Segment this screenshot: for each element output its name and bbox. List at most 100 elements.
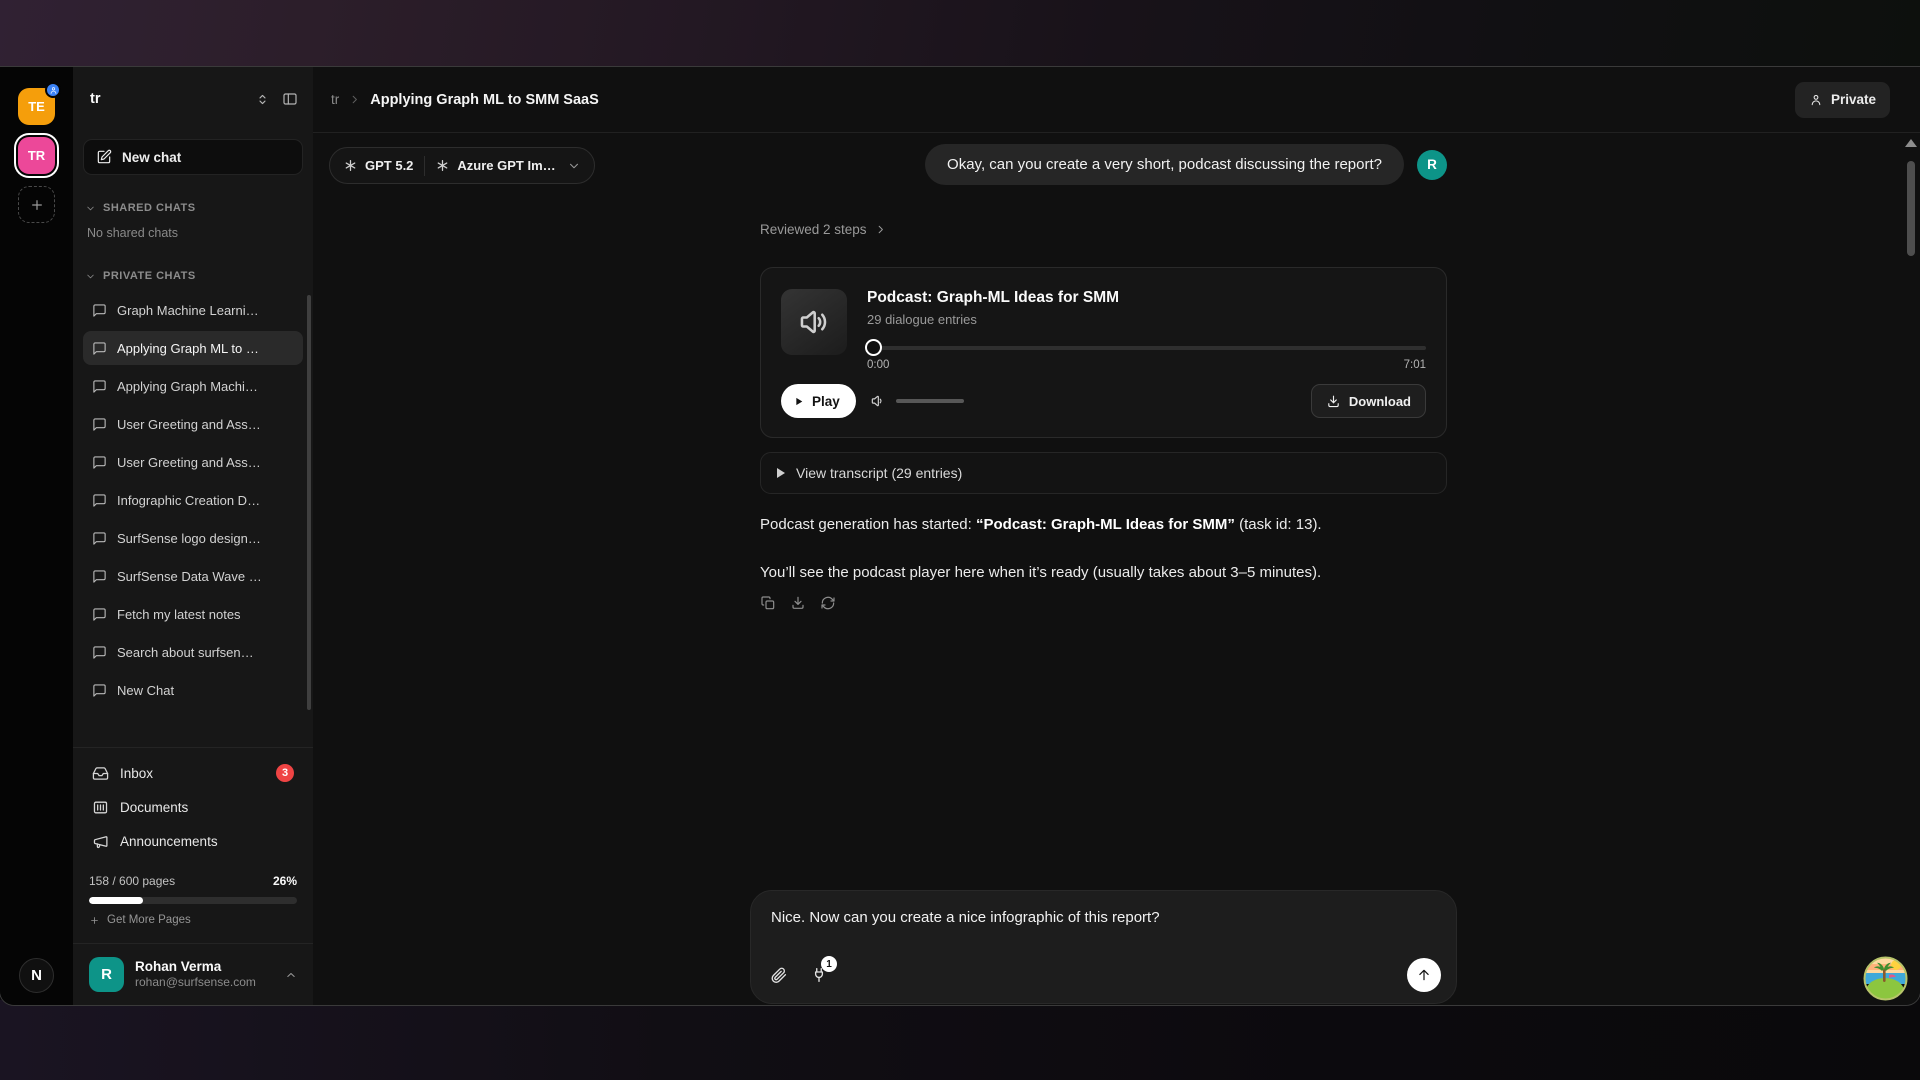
app-logo[interactable]: N <box>19 958 54 993</box>
volume-slider[interactable] <box>896 399 964 403</box>
sidebar-item-documents[interactable]: Documents <box>83 790 303 824</box>
chevron-down-icon <box>567 159 581 173</box>
model-chip-primary[interactable]: GPT 5.2 <box>344 158 413 173</box>
workspace-tr-button[interactable]: TR <box>18 137 55 174</box>
chat-bubble-icon <box>92 379 107 394</box>
chat-list-item[interactable]: Applying Graph Machi… <box>83 369 303 403</box>
chat-list-item[interactable]: User Greeting and Ass… <box>83 407 303 441</box>
chat-list: Graph Machine Learni… Applying Graph ML … <box>83 293 303 711</box>
user-message-avatar: R <box>1417 150 1447 180</box>
podcast-title: Podcast: Graph-ML Ideas for SMM <box>867 289 1426 307</box>
workspace-share-badge-icon <box>45 82 61 98</box>
podcast-subtitle: 29 dialogue entries <box>867 312 1426 327</box>
app-window: TE TR N tr New chat <box>0 67 1920 1005</box>
workspace-tr-label: TR <box>28 148 45 163</box>
breadcrumb-workspace[interactable]: tr <box>331 92 339 107</box>
reviewed-steps-toggle[interactable]: Reviewed 2 steps <box>760 222 887 237</box>
main-scrollbar-thumb[interactable] <box>1907 161 1915 256</box>
chat-bubble-icon <box>92 341 107 356</box>
shared-chats-empty: No shared chats <box>87 226 178 240</box>
chat-list-item-active[interactable]: Applying Graph ML to … <box>83 331 303 365</box>
download-button[interactable]: Download <box>1311 384 1426 418</box>
assistant-message-1: Podcast generation has started: “Podcast… <box>760 515 1322 535</box>
openai-icon <box>436 159 449 172</box>
chat-column: Okay, can you create a very short, podca… <box>760 134 1447 1005</box>
sidebar-item-announcements[interactable]: Announcements <box>83 824 303 858</box>
desktop-bottom-band <box>0 1000 1920 1080</box>
chat-list-item[interactable]: Infographic Creation D… <box>83 483 303 517</box>
chevron-down-icon <box>85 203 96 214</box>
chat-bubble-icon <box>92 531 107 546</box>
main-scrollbar[interactable] <box>1905 137 1917 997</box>
download-icon[interactable] <box>790 595 806 611</box>
inbox-label: Inbox <box>120 766 153 781</box>
chat-list-item[interactable]: Graph Machine Learni… <box>83 293 303 327</box>
page-title: Applying Graph ML to SMM SaaS <box>370 92 599 108</box>
plus-icon <box>89 915 100 926</box>
shared-chats-section-header[interactable]: SHARED CHATS <box>85 197 303 219</box>
chat-bubble-icon <box>92 645 107 660</box>
play-button[interactable]: Play <box>781 384 856 418</box>
message-composer[interactable]: Nice. Now can you create a nice infograp… <box>750 890 1457 1004</box>
workspace-te-button[interactable]: TE <box>18 88 55 125</box>
megaphone-icon <box>92 833 109 850</box>
transcript-toggle[interactable]: View transcript (29 entries) <box>760 452 1447 494</box>
inbox-icon <box>92 765 109 782</box>
workspace-rail: TE TR N <box>0 67 73 1005</box>
connectors-count-badge: 1 <box>821 956 837 972</box>
regenerate-icon[interactable] <box>820 595 836 611</box>
assistant-message-2: You’ll see the podcast player here when … <box>760 563 1321 583</box>
pages-usage-label: 158 / 600 pages <box>89 874 175 888</box>
chat-list-item[interactable]: Fetch my latest notes <box>83 597 303 631</box>
volume-icon <box>870 393 886 409</box>
composer-input[interactable]: Nice. Now can you create a nice infograp… <box>771 909 1436 926</box>
model-chip-secondary[interactable]: Azure GPT Im… <box>436 158 555 173</box>
sidebar-item-inbox[interactable]: Inbox 3 <box>83 756 303 790</box>
inbox-badge: 3 <box>276 764 294 782</box>
pages-progress-bar[interactable] <box>89 897 297 904</box>
edit-icon <box>96 149 112 165</box>
seek-slider[interactable] <box>867 339 1426 357</box>
workspace-switcher-icon[interactable] <box>255 92 270 107</box>
podcast-player-card: Podcast: Graph-ML Ideas for SMM 29 dialo… <box>760 267 1447 438</box>
copy-icon[interactable] <box>760 595 776 611</box>
chat-bubble-icon <box>92 417 107 432</box>
announcements-label: Announcements <box>120 834 218 849</box>
sidebar-header: tr <box>73 67 313 131</box>
chat-list-item[interactable]: SurfSense Data Wave … <box>83 559 303 593</box>
sidebar-scrollbar-thumb[interactable] <box>307 295 311 710</box>
private-chats-label: PRIVATE CHATS <box>103 270 196 282</box>
transcript-label: View transcript (29 entries) <box>796 465 962 481</box>
chat-bubble-icon <box>92 569 107 584</box>
seek-knob[interactable] <box>865 339 882 356</box>
pages-progress-fill <box>89 897 143 904</box>
collapse-sidebar-icon[interactable] <box>282 91 298 107</box>
island-widget[interactable] <box>1863 956 1908 1001</box>
sidebar: tr New chat SHARED CHATS No shared chats… <box>73 67 313 1005</box>
workspace-te-label: TE <box>28 99 45 114</box>
current-time: 0:00 <box>867 359 889 371</box>
attach-file-button[interactable] <box>770 966 788 984</box>
private-chats-section-header[interactable]: PRIVATE CHATS <box>85 265 303 287</box>
connectors-button[interactable]: 1 <box>810 966 828 984</box>
model-selector[interactable]: GPT 5.2 Azure GPT Im… <box>329 147 595 184</box>
get-more-pages-button[interactable]: Get More Pages <box>89 914 297 926</box>
privacy-toggle-button[interactable]: Private <box>1795 82 1890 118</box>
add-workspace-button[interactable] <box>18 186 55 223</box>
chat-list-item[interactable]: SurfSense logo design… <box>83 521 303 555</box>
chat-list-item[interactable]: User Greeting and Ass… <box>83 445 303 479</box>
chat-list-item[interactable]: Search about surfsen… <box>83 635 303 669</box>
chat-bubble-icon <box>92 303 107 318</box>
palm-island-icon <box>1863 956 1908 1001</box>
download-icon <box>1326 394 1341 409</box>
new-chat-button[interactable]: New chat <box>83 139 303 175</box>
scroll-up-arrow[interactable] <box>1905 139 1917 147</box>
play-icon <box>792 395 805 408</box>
usage-block: 158 / 600 pages 26% Get More Pages <box>89 874 297 926</box>
plus-icon <box>29 197 45 213</box>
desktop-top-band <box>0 0 1920 67</box>
chat-list-item[interactable]: New Chat <box>83 673 303 707</box>
privacy-label: Private <box>1831 92 1876 107</box>
user-menu-button[interactable]: R Rohan Verma rohan@surfsense.com <box>73 943 313 1005</box>
send-button[interactable] <box>1407 958 1441 992</box>
